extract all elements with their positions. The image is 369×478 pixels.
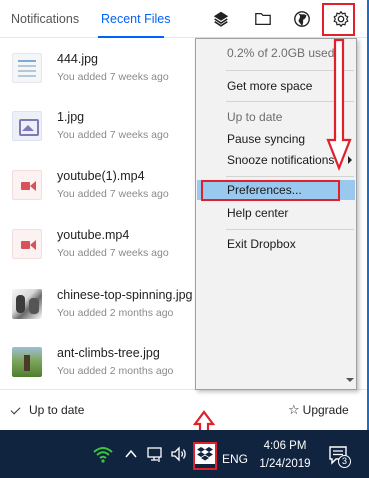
file-meta: You added 2 months ago (57, 307, 174, 319)
layers-icon[interactable] (211, 9, 231, 29)
chevron-up-icon[interactable] (123, 446, 139, 462)
language-indicator[interactable]: ENG (222, 452, 248, 466)
globe-icon[interactable] (292, 9, 312, 29)
menu-item-help-center[interactable]: Help center (197, 203, 355, 223)
upgrade-button[interactable]: ☆ Upgrade (288, 402, 349, 418)
windows-taskbar: ENG 4:06 PM 1/24/2019 (0, 430, 369, 478)
image-icon (12, 111, 42, 141)
file-meta: You added 7 weeks ago (57, 247, 169, 259)
photo-thumbnail (12, 347, 42, 377)
tab-recent-files[interactable]: Recent Files (101, 12, 170, 26)
wifi-icon[interactable] (93, 445, 113, 463)
menu-separator (226, 229, 354, 230)
folder-icon[interactable] (253, 9, 273, 29)
volume-icon[interactable] (170, 445, 188, 463)
star-icon: ☆ (288, 402, 300, 417)
network-icon[interactable] (146, 445, 164, 463)
file-meta: You added 2 months ago (57, 365, 174, 377)
active-tab-indicator (98, 36, 164, 38)
tab-notifications[interactable]: Notifications (11, 12, 79, 26)
file-meta: You added 7 weeks ago (57, 71, 169, 83)
video-icon (12, 229, 42, 259)
file-name: 444.jpg (57, 52, 99, 66)
menu-separator (226, 176, 354, 177)
tab-bar: Notifications Recent Files (0, 0, 367, 38)
notification-count-badge: 3 (338, 455, 351, 468)
annotation-arrow-down-icon (326, 38, 352, 172)
file-meta: You added 7 weeks ago (57, 129, 169, 141)
preferences-annotation-box (201, 180, 340, 201)
photo-thumbnail (12, 289, 42, 319)
dropbox-tray-annotation-box (193, 442, 217, 470)
snooze-notifications-label: Snooze notifications (227, 153, 335, 167)
sync-status: Up to date (10, 403, 85, 417)
status-footer: Up to date ☆ Upgrade (0, 389, 367, 430)
file-name: ant-climbs-tree.jpg (57, 346, 160, 360)
document-thumbnail (12, 53, 42, 83)
gear-annotation-box (322, 3, 355, 36)
check-icon (10, 404, 21, 415)
upgrade-label: Upgrade (302, 403, 349, 417)
menu-item-exit-dropbox[interactable]: Exit Dropbox (197, 234, 355, 254)
clock-date[interactable]: 1/24/2019 (254, 458, 316, 470)
clock-time[interactable]: 4:06 PM (258, 440, 312, 452)
sync-status-label: Up to date (29, 403, 85, 417)
menu-scroll-down-icon[interactable] (346, 378, 354, 382)
file-name: youtube(1).mp4 (57, 169, 145, 183)
file-name: 1.jpg (57, 110, 85, 124)
file-meta: You added 7 weeks ago (57, 188, 169, 200)
file-name: chinese-top-spinning.jpg (57, 288, 193, 302)
file-name: youtube.mp4 (57, 228, 130, 242)
video-icon (12, 170, 42, 200)
